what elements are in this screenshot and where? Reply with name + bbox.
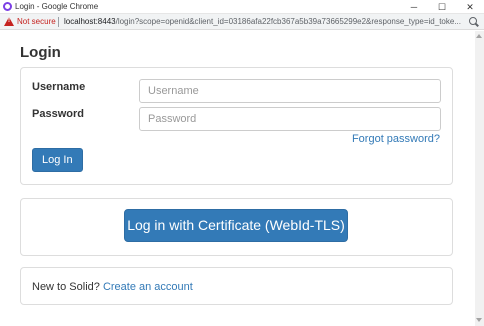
signup-panel: New to Solid? Create an account bbox=[20, 267, 453, 305]
certificate-login-button[interactable]: Log in with Certificate (WebId-TLS) bbox=[124, 209, 348, 242]
tor-browser-icon bbox=[3, 2, 12, 11]
close-button[interactable]: ✕ bbox=[456, 0, 484, 14]
window-titlebar: Login - Google Chrome ─ ☐ ✕ bbox=[0, 0, 484, 14]
window-title: Login - Google Chrome bbox=[15, 2, 99, 11]
password-input[interactable] bbox=[139, 107, 441, 131]
login-panel: Username Password Forgot password? Log I… bbox=[20, 67, 453, 185]
url-host: localhost:8443 bbox=[64, 17, 116, 26]
signup-prompt: New to Solid? bbox=[32, 281, 100, 293]
minimize-button[interactable]: ─ bbox=[400, 0, 428, 14]
address-bar[interactable]: Not secure localhost:8443/login?scope=op… bbox=[0, 14, 484, 30]
vertical-scrollbar[interactable] bbox=[475, 31, 484, 326]
url-field[interactable]: localhost:8443/login?scope=openid&client… bbox=[64, 16, 464, 28]
security-status[interactable]: Not secure bbox=[17, 16, 56, 28]
create-account-link[interactable]: Create an account bbox=[103, 281, 193, 293]
certificate-panel: Log in with Certificate (WebId-TLS) bbox=[20, 198, 453, 256]
url-path: /login?scope=openid&client_id=03186afa22… bbox=[115, 17, 461, 26]
maximize-button[interactable]: ☐ bbox=[428, 0, 456, 14]
page-title: Login bbox=[20, 44, 61, 61]
zoom-icon[interactable] bbox=[469, 17, 477, 25]
signup-text: New to Solid? Create an account bbox=[32, 280, 193, 294]
scroll-up-arrow-icon[interactable] bbox=[476, 34, 482, 38]
address-divider bbox=[58, 17, 59, 27]
password-label: Password bbox=[32, 108, 84, 120]
login-button[interactable]: Log In bbox=[32, 148, 83, 172]
username-label: Username bbox=[32, 81, 86, 93]
username-input[interactable] bbox=[139, 79, 441, 103]
warning-icon[interactable] bbox=[4, 17, 14, 26]
forgot-password-link[interactable]: Forgot password? bbox=[352, 132, 440, 146]
scroll-down-arrow-icon[interactable] bbox=[476, 318, 482, 322]
